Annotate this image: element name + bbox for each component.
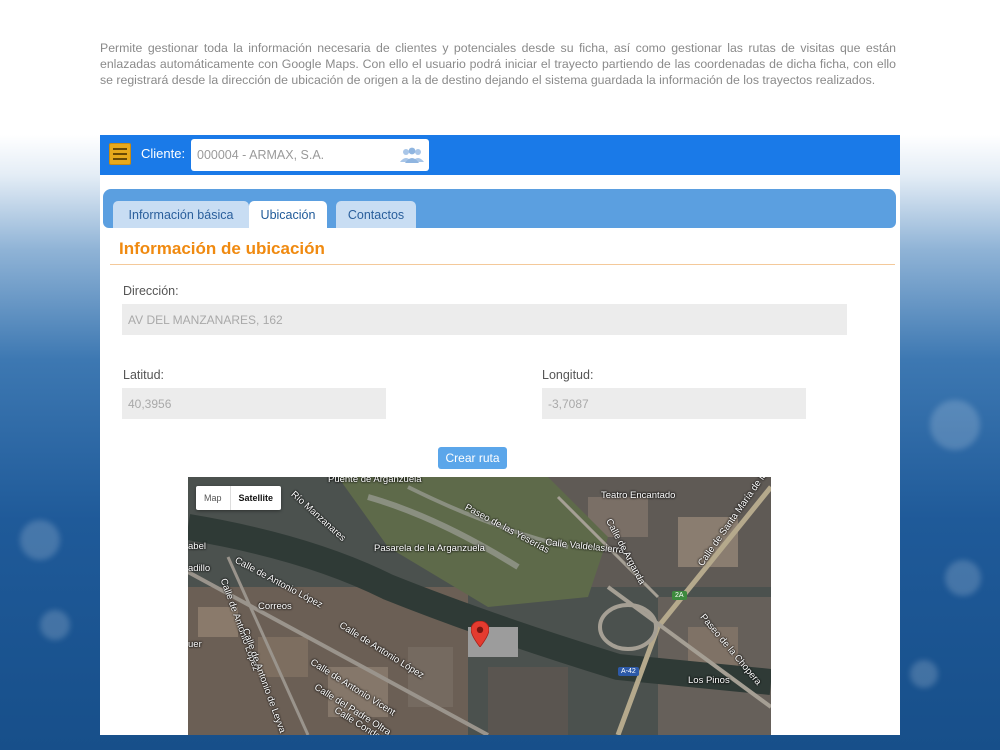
road-badge: 2A bbox=[672, 591, 687, 600]
map-label: Correos bbox=[258, 601, 292, 612]
tab-contactos[interactable]: Contactos bbox=[336, 201, 416, 228]
top-bar: Cliente: 000004 - ARMAX, S.A. bbox=[100, 135, 900, 175]
app-window: Cliente: 000004 - ARMAX, S.A. Informació… bbox=[100, 135, 900, 735]
latitud-field[interactable]: 40,3956 bbox=[122, 388, 386, 419]
background-bokeh bbox=[20, 520, 60, 560]
background-bokeh bbox=[910, 660, 938, 688]
direccion-field[interactable]: AV DEL MANZANARES, 162 bbox=[122, 304, 847, 335]
location-pin-icon[interactable] bbox=[471, 621, 489, 647]
map-label: uer bbox=[188, 639, 202, 650]
latitud-label: Latitud: bbox=[123, 368, 165, 382]
client-value: 000004 - ARMAX, S.A. bbox=[197, 148, 325, 162]
map-label: adillo bbox=[188, 563, 211, 574]
client-label: Cliente: bbox=[141, 146, 186, 161]
map-label: abel bbox=[188, 541, 206, 552]
title-divider bbox=[110, 264, 895, 265]
crear-ruta-button[interactable]: Crear ruta bbox=[438, 447, 507, 469]
map-label: Pasarela de la Arganzuela bbox=[374, 543, 485, 554]
direccion-label: Dirección: bbox=[123, 284, 179, 298]
background-bokeh bbox=[40, 610, 70, 640]
map-label: Teatro Encantado bbox=[601, 490, 676, 501]
longitud-label: Longitud: bbox=[542, 368, 594, 382]
background-bokeh bbox=[945, 560, 981, 596]
tab-ubicacion[interactable]: Ubicación bbox=[249, 201, 327, 228]
background-bokeh bbox=[930, 400, 980, 450]
map-type-satellite[interactable]: Satellite bbox=[229, 486, 282, 510]
road-badge: A-42 bbox=[618, 667, 639, 676]
intro-description: Permite gestionar toda la información ne… bbox=[100, 41, 896, 87]
client-selector[interactable]: 000004 - ARMAX, S.A. bbox=[191, 139, 429, 171]
map-type-control: Map Satellite bbox=[196, 486, 282, 510]
tab-informacion-basica[interactable]: Información básica bbox=[113, 201, 249, 228]
map-label: Puente de Arganzuela bbox=[328, 477, 422, 485]
map-type-map[interactable]: Map bbox=[196, 486, 230, 510]
users-icon[interactable] bbox=[400, 147, 424, 163]
map-label: Los Pinos bbox=[688, 675, 730, 686]
longitud-field[interactable]: -3,7087 bbox=[542, 388, 806, 419]
tab-bar: Información básica Ubicación Contactos bbox=[103, 189, 896, 228]
section-title: Información de ubicación bbox=[119, 239, 325, 258]
map-view[interactable]: Map Satellite Puente de Arganzuela Río M… bbox=[188, 477, 771, 735]
hamburger-icon[interactable] bbox=[109, 143, 131, 165]
